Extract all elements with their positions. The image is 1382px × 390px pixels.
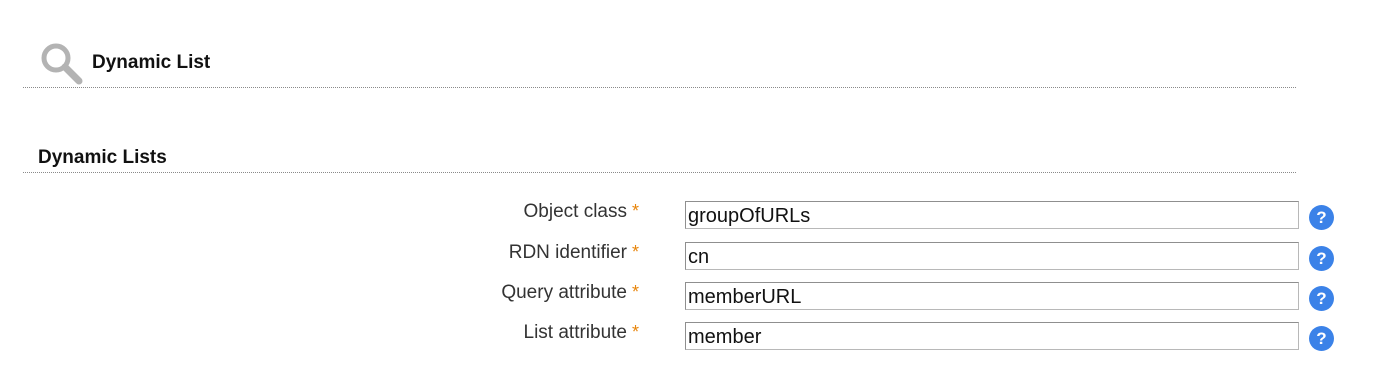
form-row-rdn-identifier: RDN identifier * ? <box>0 242 1382 274</box>
field-label: Object class <box>523 201 627 222</box>
form-row-list-attribute: List attribute * ? <box>0 322 1382 354</box>
section-title: Dynamic Lists <box>38 147 167 168</box>
query-attribute-input[interactable] <box>685 282 1299 310</box>
required-marker: * <box>632 282 640 302</box>
rdn-identifier-input[interactable] <box>685 242 1299 270</box>
section-header: Dynamic Lists <box>23 135 1296 173</box>
field-label: Query attribute <box>501 282 627 303</box>
field-label: RDN identifier <box>508 242 627 263</box>
page: Dynamic List Dynamic Lists Object class … <box>0 0 1382 390</box>
help-icon[interactable]: ? <box>1309 205 1334 230</box>
required-marker: * <box>632 242 640 262</box>
search-icon <box>39 41 85 87</box>
required-marker: * <box>632 322 640 342</box>
page-title: Dynamic List <box>92 52 211 73</box>
list-attribute-input[interactable] <box>685 322 1299 350</box>
object-class-input[interactable] <box>685 201 1299 229</box>
field-label: List attribute <box>523 322 628 343</box>
required-marker: * <box>632 201 640 221</box>
help-icon[interactable]: ? <box>1309 246 1334 271</box>
form-row-query-attribute: Query attribute * ? <box>0 282 1382 314</box>
form-row-object-class: Object class * ? <box>0 201 1382 233</box>
help-icon[interactable]: ? <box>1309 286 1334 311</box>
help-icon[interactable]: ? <box>1309 326 1334 351</box>
page-header: Dynamic List <box>23 38 1296 88</box>
